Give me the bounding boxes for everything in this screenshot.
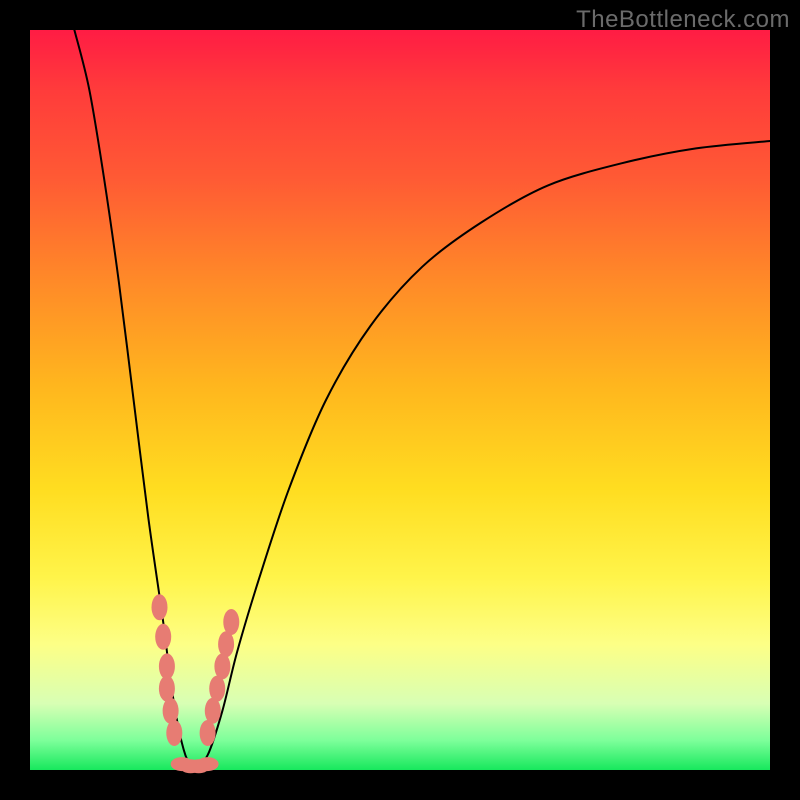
marker-right-4 <box>218 631 234 657</box>
marker-left-1 <box>155 624 171 650</box>
marker-left-0 <box>152 594 168 620</box>
marker-bottom-3 <box>197 757 219 771</box>
marker-right-3 <box>214 653 230 679</box>
marker-group <box>152 594 240 773</box>
curve-left <box>74 30 192 770</box>
marker-left-3 <box>159 676 175 702</box>
marker-left-2 <box>159 653 175 679</box>
marker-right-2 <box>209 676 225 702</box>
marker-left-5 <box>166 720 182 746</box>
curve-right <box>193 141 770 770</box>
marker-right-0 <box>200 720 216 746</box>
chart-frame: TheBottleneck.com <box>0 0 800 800</box>
marker-right-1 <box>205 698 221 724</box>
marker-right-5 <box>223 609 239 635</box>
plot-area <box>30 30 770 770</box>
marker-left-4 <box>163 698 179 724</box>
curve-group <box>74 30 770 770</box>
chart-svg <box>30 30 770 770</box>
